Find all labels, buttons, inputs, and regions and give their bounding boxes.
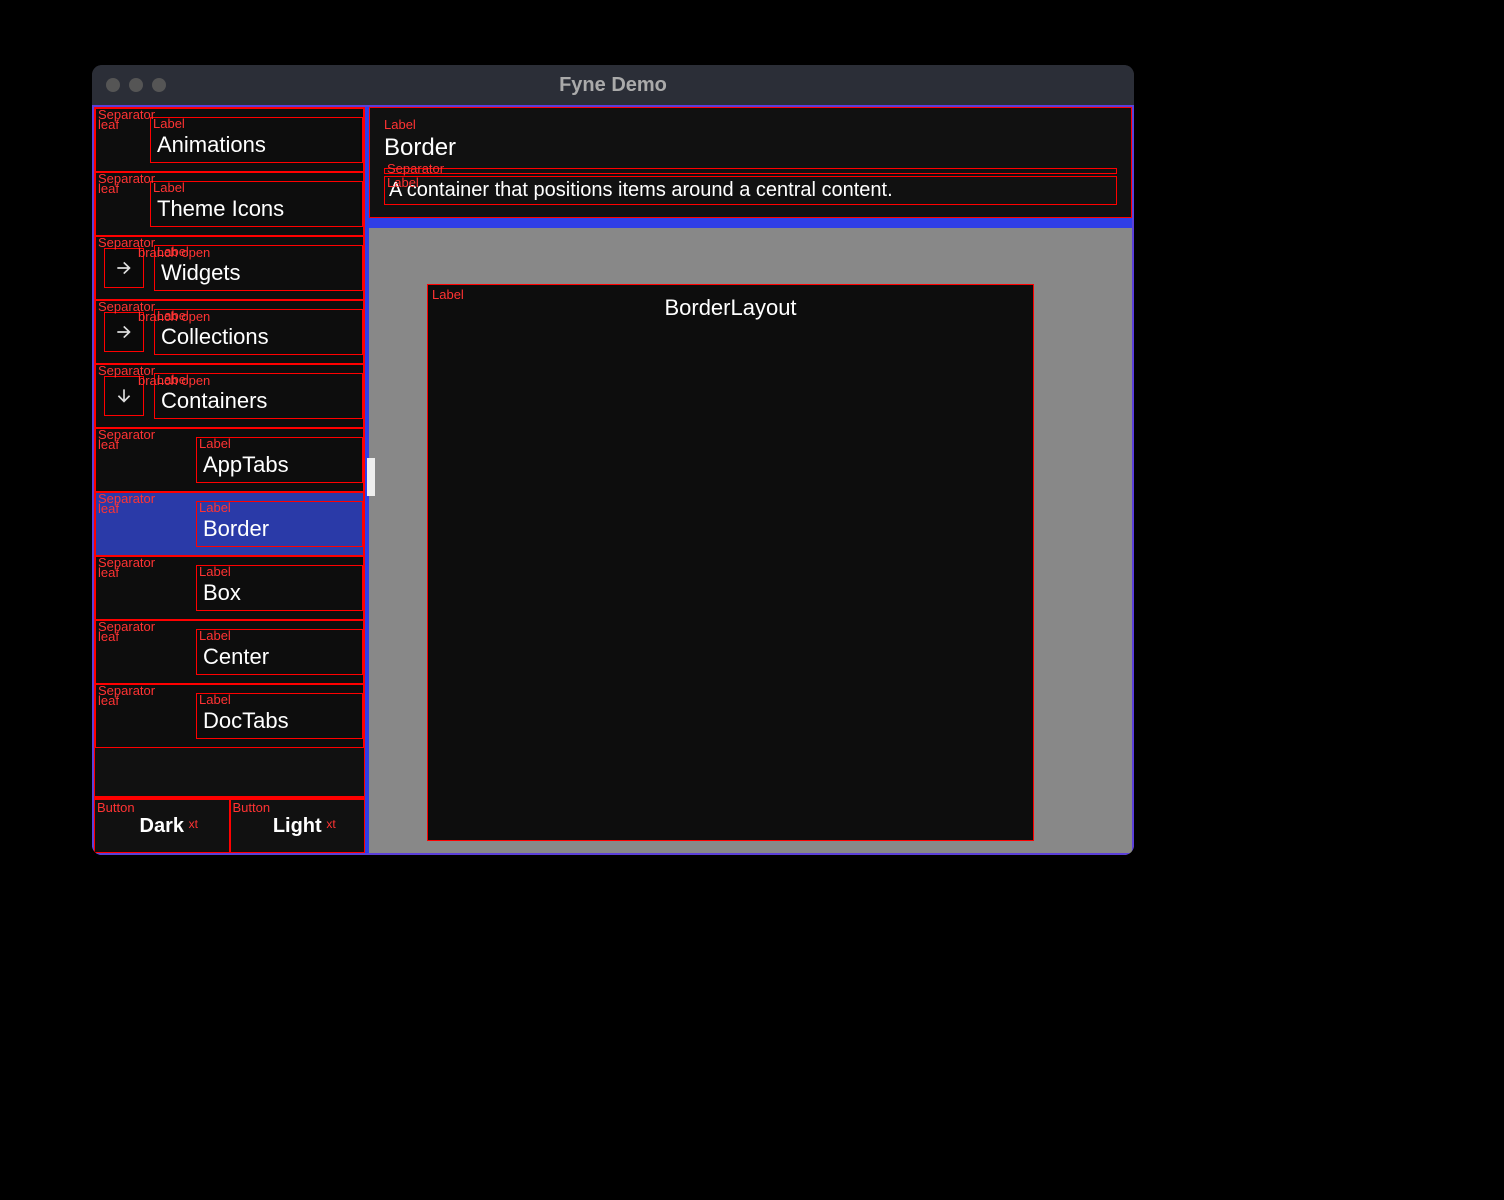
sidebar-item-containers[interactable]: Separator branch open Label Containers — [95, 364, 364, 428]
dark-theme-button[interactable]: Button Dark — [94, 799, 230, 853]
debug-tag: Separator — [98, 683, 155, 698]
debug-tag: branch open — [138, 245, 210, 260]
debug-tag: Separator — [98, 491, 155, 506]
debug-tag: Button — [233, 800, 271, 815]
sidebar-item-label: Animations — [157, 132, 266, 162]
sidebar-item-label: Center — [203, 644, 269, 674]
split-handle[interactable] — [367, 458, 375, 496]
sidebar-item-widgets[interactable]: Separator branch open Label Widgets — [95, 236, 364, 300]
sidebar-item-label: Widgets — [161, 260, 240, 290]
sidebar-item-collections[interactable]: Separator branch open Label Collections — [95, 300, 364, 364]
debug-tag: Label — [199, 692, 231, 707]
desc-box: Label A container that positions items a… — [384, 176, 1117, 205]
sidebar-item-label: Box — [203, 580, 241, 610]
separator: Separator — [384, 168, 1117, 174]
debug-tag: Button — [97, 800, 135, 815]
divider-bar — [369, 218, 1132, 228]
button-label: Dark — [140, 815, 184, 838]
right-gutter — [1034, 284, 1074, 841]
label-box: Label Animations — [150, 117, 363, 163]
sidebar-item-label: Border — [203, 516, 269, 546]
label-box: Label Theme Icons — [150, 181, 363, 227]
arrow-right-icon — [114, 258, 134, 278]
debug-tag: Separator — [98, 427, 155, 442]
debug-tag: Separator — [98, 107, 155, 122]
border-layout-demo: Label BorderLayout — [427, 284, 1034, 841]
app-body: Separator leaf Label Animations Separato… — [92, 105, 1134, 855]
layout-title: BorderLayout — [428, 295, 1033, 321]
theme-switcher: Button Dark Button Light — [94, 797, 365, 853]
sidebar-item-apptabs[interactable]: Separator leaf Label AppTabs — [95, 428, 364, 492]
debug-tag: Label — [384, 117, 416, 132]
content-title: Border — [384, 134, 1117, 162]
arrow-down-icon — [114, 386, 134, 406]
content-header: Label Border Separator Label A container… — [369, 107, 1132, 218]
label-box: Label Border — [196, 501, 363, 547]
debug-tag: Separator — [387, 161, 444, 176]
minimize-icon[interactable] — [129, 78, 143, 92]
window-title: Fyne Demo — [92, 74, 1134, 97]
sidebar-item-label: Theme Icons — [157, 196, 284, 226]
titlebar: Fyne Demo — [92, 65, 1134, 105]
sidebar-item-label: Containers — [161, 388, 267, 418]
debug-tag: Separator — [98, 619, 155, 634]
debug-tag: Separator — [98, 171, 155, 186]
debug-tag: branch open — [138, 309, 210, 324]
window-controls — [106, 78, 166, 92]
content-description: A container that positions items around … — [385, 177, 1116, 204]
close-icon[interactable] — [106, 78, 120, 92]
sidebar-item-box[interactable]: Separator leaf Label Box — [95, 556, 364, 620]
sidebar-item-center[interactable]: Separator leaf Label Center — [95, 620, 364, 684]
debug-tag: Label — [199, 564, 231, 579]
debug-tag: branch open — [138, 373, 210, 388]
demo-area: Label BorderLayout — [369, 228, 1132, 853]
label-box: Label Center — [196, 629, 363, 675]
sidebar-item-label: AppTabs — [203, 452, 289, 482]
maximize-icon[interactable] — [152, 78, 166, 92]
label-box: Label AppTabs — [196, 437, 363, 483]
debug-tag: Label — [199, 436, 231, 451]
debug-tag: Label — [432, 287, 464, 302]
debug-tag: Label — [153, 180, 185, 195]
button-label: Light — [273, 815, 322, 838]
debug-tag: Label — [199, 500, 231, 515]
sidebar-item-label: Collections — [161, 324, 269, 354]
sidebar-item-border[interactable]: Separator leaf Label Border — [95, 492, 364, 556]
content-pane: Label Border Separator Label A container… — [369, 107, 1132, 853]
light-theme-button[interactable]: Button Light — [230, 799, 366, 853]
sidebar-item-label: DocTabs — [203, 708, 289, 738]
debug-tag: Label — [199, 628, 231, 643]
sidebar-item-doctabs[interactable]: Separator leaf Label DocTabs — [95, 684, 364, 748]
sidebar-item-theme-icons[interactable]: Separator leaf Label Theme Icons — [95, 172, 364, 236]
sidebar-item-animations[interactable]: Separator leaf Label Animations — [95, 108, 364, 172]
debug-tag: Separator — [98, 555, 155, 570]
label-box: Label Box — [196, 565, 363, 611]
debug-tag: Label — [153, 116, 185, 131]
debug-tag: Label — [387, 175, 419, 190]
label-box: Label DocTabs — [196, 693, 363, 739]
tree: Separator leaf Label Animations Separato… — [94, 107, 365, 797]
arrow-right-icon — [114, 322, 134, 342]
app-window: Fyne Demo Separator leaf Label Animation… — [92, 65, 1134, 855]
sidebar: Separator leaf Label Animations Separato… — [94, 107, 369, 853]
